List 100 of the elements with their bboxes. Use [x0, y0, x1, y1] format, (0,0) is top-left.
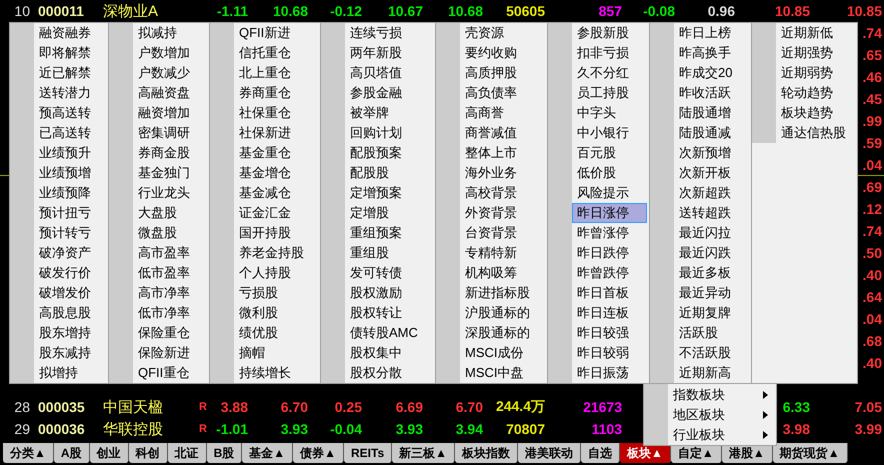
menu-item[interactable]: 预计扭亏	[34, 203, 106, 223]
menu-item[interactable]: 中小银行	[572, 123, 647, 143]
menu-item[interactable]: 股权分散	[345, 363, 433, 383]
market-tab[interactable]: 创业	[90, 443, 129, 464]
menu-item[interactable]: 最近闪跌	[674, 243, 749, 263]
menu-item[interactable]: 业绩预降	[34, 183, 106, 203]
menu-item[interactable]: 破净资产	[34, 243, 106, 263]
menu-item[interactable]: 壳资源	[460, 23, 545, 43]
menu-item[interactable]: 新进指标股	[460, 283, 545, 303]
market-tab[interactable]: 港美联动	[518, 443, 582, 464]
menu-item[interactable]: 专精特新	[460, 243, 545, 263]
menu-item[interactable]: 次新开板	[674, 163, 749, 183]
menu-item[interactable]: 社保新进	[234, 123, 318, 143]
menu-item[interactable]: 机构吸筹	[460, 263, 545, 283]
menu-item[interactable]: 深股通标的	[460, 323, 545, 343]
menu-item[interactable]: 要约收购	[460, 43, 545, 63]
menu-item[interactable]: 持续增长	[234, 363, 318, 383]
menu-item[interactable]: 债转股AMC	[345, 323, 433, 343]
menu-item[interactable]: 近期新高	[674, 363, 749, 383]
menu-item[interactable]: 预计转亏	[34, 223, 106, 243]
menu-item[interactable]: 百元股	[572, 143, 647, 163]
menu-item[interactable]: 低市净率	[133, 303, 207, 323]
menu-item[interactable]: 扣非亏损	[572, 43, 647, 63]
menu-item[interactable]: 次新预增	[674, 143, 749, 163]
menu-item[interactable]: 昨日连板	[572, 303, 647, 323]
menu-item[interactable]: 送转超跌	[674, 203, 749, 223]
market-tab[interactable]: 分类▲	[3, 443, 54, 464]
market-tab[interactable]: 债券▲	[293, 443, 344, 464]
menu-item[interactable]: 养老金持股	[234, 243, 318, 263]
menu-item[interactable]: 高负债率	[460, 83, 545, 103]
menu-item[interactable]: 两年新股	[345, 43, 433, 63]
market-tab[interactable]: B股	[206, 443, 242, 464]
menu-item[interactable]: 板块趋势	[776, 103, 855, 123]
menu-item[interactable]: 微盘股	[133, 223, 207, 243]
menu-item[interactable]: 绩优股	[234, 323, 318, 343]
menu-item[interactable]: 近期新低	[776, 23, 855, 43]
menu-item[interactable]: 股权激励	[345, 283, 433, 303]
menu-item[interactable]: 台资背景	[460, 223, 545, 243]
menu-item[interactable]: 预高送转	[34, 103, 106, 123]
menu-item[interactable]: 配股股	[345, 163, 433, 183]
menu-item[interactable]: 昨收活跃	[674, 83, 749, 103]
menu-item[interactable]: 次新超跌	[674, 183, 749, 203]
market-tab[interactable]: 基金▲	[242, 443, 294, 464]
menu-item[interactable]: 国开持股	[234, 223, 318, 243]
menu-item[interactable]: 连续亏损	[345, 23, 433, 43]
menu-item[interactable]: 整体上市	[460, 143, 545, 163]
market-tab[interactable]: 新三板▲	[392, 443, 456, 464]
menu-item[interactable]: 昨日首板	[572, 283, 647, 303]
menu-item[interactable]: 昨日振荡	[572, 363, 647, 383]
menu-item[interactable]: 券商重仓	[234, 83, 318, 103]
menu-item[interactable]: MSCI中盘	[460, 363, 545, 383]
menu-item[interactable]: 低价股	[572, 163, 647, 183]
menu-item[interactable]: 最近多板	[674, 263, 749, 283]
menu-item[interactable]: 陆股通减	[674, 123, 749, 143]
menu-item[interactable]: 员工持股	[572, 83, 647, 103]
menu-item[interactable]: 高质押股	[460, 63, 545, 83]
menu-item[interactable]: 昨日较弱	[572, 343, 647, 363]
menu-item[interactable]: 股东减持	[34, 343, 106, 363]
menu-item[interactable]: 高市净率	[133, 283, 207, 303]
menu-item[interactable]: QFII新进	[234, 23, 318, 43]
menu-item[interactable]: 定增预案	[345, 183, 433, 203]
menu-item[interactable]: 昨曾跌停	[572, 263, 647, 283]
menu-item[interactable]: 久不分红	[572, 63, 647, 83]
menu-item[interactable]: 户数增加	[133, 43, 207, 63]
menu-item[interactable]: 个人持股	[234, 263, 318, 283]
menu-item[interactable]: 高校背景	[460, 183, 545, 203]
menu-item[interactable]: 股权集中	[345, 343, 433, 363]
menu-item[interactable]: 基金减仓	[234, 183, 318, 203]
market-tab[interactable]: 科创	[128, 443, 168, 464]
menu-item[interactable]: MSCI成份	[460, 343, 545, 363]
menu-item[interactable]: 参股金融	[345, 83, 433, 103]
menu-item[interactable]: 股权转让	[345, 303, 433, 323]
menu-item[interactable]: 指数板块	[668, 385, 774, 405]
menu-item[interactable]: 保险重仓	[133, 323, 207, 343]
menu-item[interactable]: 破增发价	[34, 283, 106, 303]
menu-item[interactable]: 地区板块	[668, 405, 774, 425]
menu-item[interactable]: 拟增持	[34, 363, 106, 383]
menu-item[interactable]: 参股新股	[572, 23, 647, 43]
market-tab[interactable]: 板块指数	[455, 443, 518, 464]
menu-item[interactable]: 业绩预增	[34, 163, 106, 183]
menu-item[interactable]: 户数减少	[133, 63, 207, 83]
menu-item[interactable]: 配股预案	[345, 143, 433, 163]
menu-item[interactable]: QFII重仓	[133, 363, 207, 383]
menu-item[interactable]: 低市盈率	[133, 263, 207, 283]
menu-item[interactable]: 行业龙头	[133, 183, 207, 203]
menu-item[interactable]: 高融资盘	[133, 83, 207, 103]
market-tab[interactable]: 期货现货▲	[772, 443, 848, 464]
menu-item[interactable]: 风险提示	[572, 183, 647, 203]
menu-item[interactable]: 昨日涨停	[572, 203, 647, 223]
menu-item[interactable]: 已高送转	[34, 123, 106, 143]
menu-item[interactable]: 摘帽	[234, 343, 318, 363]
menu-item[interactable]: 昨曾涨停	[572, 223, 647, 243]
menu-item[interactable]: 中字头	[572, 103, 647, 123]
menu-item[interactable]: 昨成交20	[674, 63, 749, 83]
menu-item[interactable]: 海外业务	[460, 163, 545, 183]
menu-item[interactable]: 近期强势	[776, 43, 855, 63]
menu-item[interactable]: 基金独门	[133, 163, 207, 183]
menu-item[interactable]: 活跃股	[674, 323, 749, 343]
menu-item[interactable]: 拟减持	[133, 23, 207, 43]
menu-item[interactable]: 证金汇金	[234, 203, 318, 223]
